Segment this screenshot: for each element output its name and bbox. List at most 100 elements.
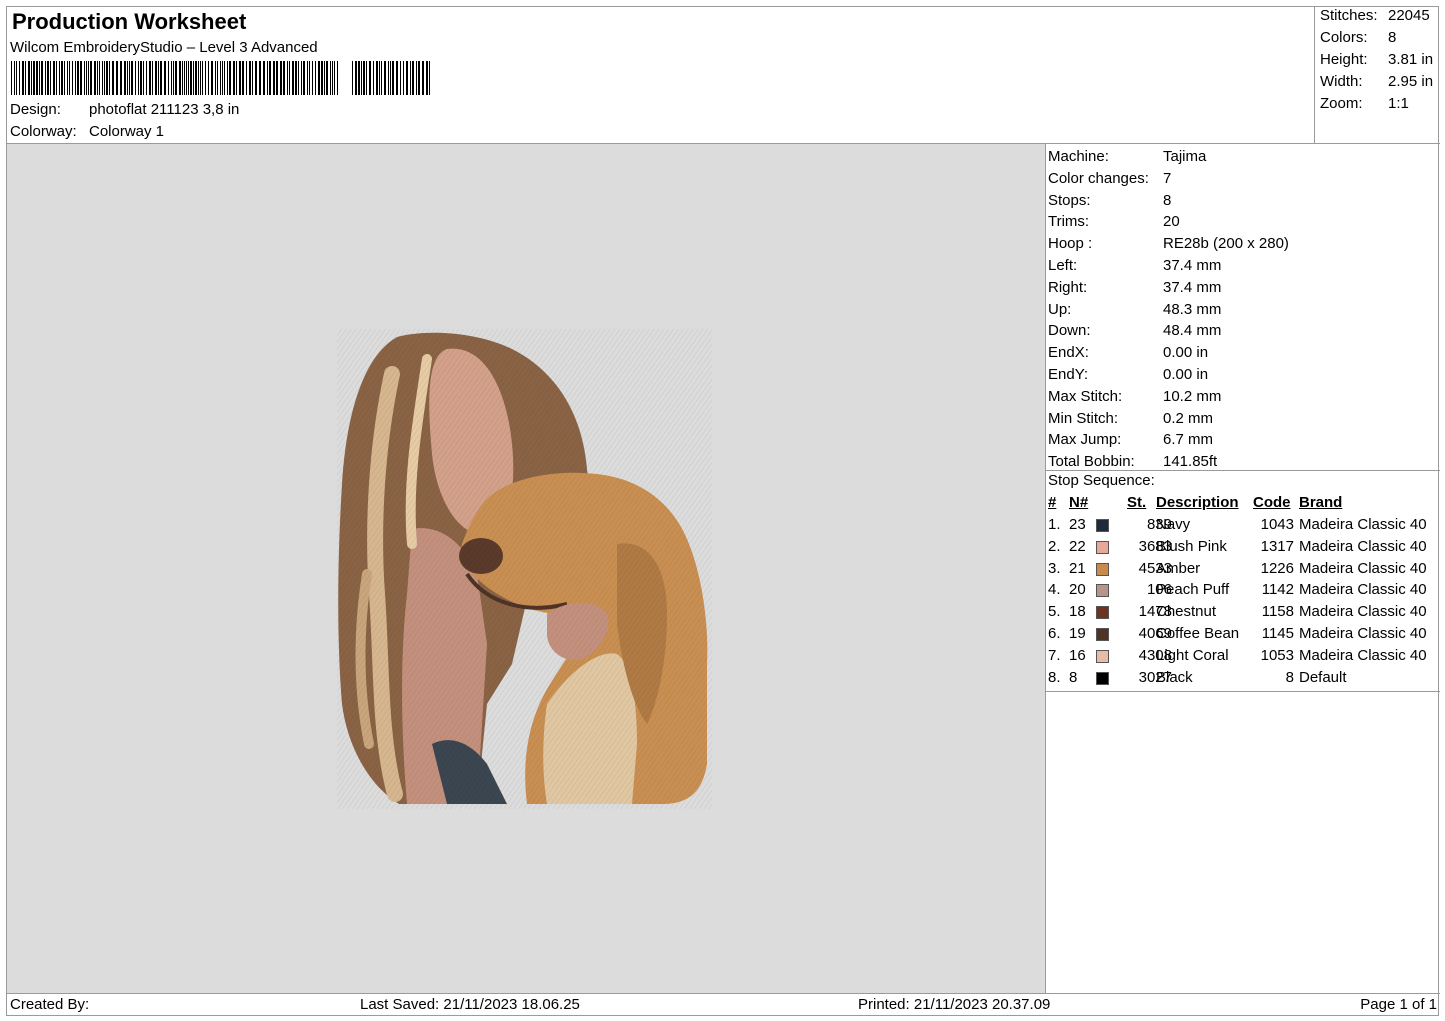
barcode-bar	[373, 61, 374, 95]
seq-brand: Madeira Classic 40	[1299, 559, 1427, 577]
color-swatch	[1096, 649, 1109, 663]
machine-info-label: Left:	[1048, 257, 1078, 274]
barcode-bar	[120, 61, 122, 95]
barcode-bar	[332, 61, 333, 95]
barcode-bar	[59, 61, 60, 95]
table-row: 1. 23 839 Navy 1043 Madeira Classic 40	[1046, 516, 1440, 538]
barcode-bar	[309, 61, 310, 95]
barcode-bar	[273, 61, 275, 95]
barcode-bar	[193, 61, 194, 95]
seq-brand: Madeira Classic 40	[1299, 537, 1427, 555]
barcode-bar	[358, 61, 360, 95]
seq-brand: Madeira Classic 40	[1299, 625, 1427, 642]
stat-stitches: Stitches: 22045	[1320, 7, 1430, 24]
barcode-bar	[361, 61, 362, 95]
barcode-bar	[307, 61, 308, 95]
barcode-bar	[318, 61, 320, 95]
barcode-bar	[77, 61, 79, 95]
machine-info-label: Machine:	[1048, 148, 1109, 165]
barcode-bar	[102, 61, 103, 95]
machine-info-value: Tajima	[1163, 148, 1207, 165]
barcode-bar	[104, 61, 105, 95]
barcode-bar	[186, 61, 187, 95]
barcode-bar	[289, 61, 290, 95]
barcode-bar	[315, 61, 316, 95]
color-swatch	[1096, 562, 1109, 576]
seq-index: 8.	[1048, 668, 1061, 686]
barcode-bar	[295, 61, 297, 95]
barcode-bar	[155, 61, 157, 95]
seq-code: 1053	[1260, 646, 1294, 664]
barcode-bar	[149, 61, 151, 95]
worksheet-footer: Created By: Last Saved: 21/11/2023 18.06…	[7, 994, 1440, 1016]
color-swatch	[1096, 540, 1109, 554]
barcode-bar	[14, 61, 15, 95]
barcode-bar	[69, 61, 70, 95]
barcode-bar	[45, 61, 46, 95]
barcode-bar	[426, 61, 428, 95]
barcode-bar	[160, 61, 162, 95]
barcode-bar	[252, 61, 253, 95]
stop-sequence-header: # N# St. Description Code Brand	[1046, 494, 1440, 514]
barcode-bar	[190, 61, 192, 95]
machine-info-value: 10.2 mm	[1163, 387, 1222, 405]
barcode-bar	[355, 61, 357, 95]
machine-info-value: 6.7 mm	[1163, 431, 1214, 449]
barcode-bar	[224, 61, 225, 95]
barcode-bar	[168, 61, 169, 95]
table-row: 5. 18 1478 Chestnut 1158 Madeira Classic 40	[1046, 603, 1440, 625]
last-saved: Last Saved: 21/11/2023 18.06.25	[360, 996, 580, 1013]
seq-code: 1317	[1260, 537, 1294, 555]
barcode-bar	[376, 61, 378, 95]
seq-code: 1145	[1261, 625, 1294, 642]
barcode-bar	[381, 61, 382, 95]
machine-info-row: Min Stitch: 0.2 mm	[1048, 410, 1213, 427]
barcode-bar	[379, 61, 380, 95]
seq-description: Coffee Bean	[1156, 625, 1240, 642]
machine-info-value: 8	[1163, 191, 1172, 209]
page-number: Page 1 of 1	[1360, 996, 1437, 1013]
barcode-bar	[392, 61, 394, 95]
barcode-bar	[16, 61, 17, 95]
machine-info-value: 141.85ft	[1163, 453, 1218, 471]
barcode-bar	[366, 61, 367, 95]
machine-info-value: RE28b (200 x 280)	[1163, 235, 1289, 253]
seq-description: Peach Puff	[1156, 581, 1230, 599]
colorway-row: Colorway: Colorway 1	[10, 123, 164, 140]
barcode-bar	[127, 61, 128, 95]
barcode-bar	[255, 61, 257, 95]
machine-info-label: Right:	[1048, 278, 1088, 296]
barcode-bar	[86, 61, 87, 95]
barcode-bar	[112, 61, 114, 95]
barcode-bar	[195, 61, 197, 95]
stat-zoom: Zoom: 1:1	[1320, 95, 1409, 112]
color-swatch	[1096, 671, 1109, 685]
machine-info-label: Max Stitch:	[1048, 387, 1123, 405]
seq-needle: 18	[1069, 603, 1086, 621]
seq-needle: 23	[1069, 516, 1086, 533]
barcode-bar	[11, 61, 12, 95]
barcode-bar	[403, 61, 404, 95]
barcode-bar	[184, 61, 185, 95]
barcode-bar	[429, 61, 430, 95]
seq-description: Light Coral	[1156, 646, 1229, 664]
barcode-bar	[410, 61, 411, 95]
barcode-bar	[124, 61, 126, 95]
barcode-bar	[50, 61, 51, 95]
barcode-bar	[175, 61, 177, 95]
barcode-bar	[67, 61, 68, 95]
barcode-bar	[182, 61, 183, 95]
table-row: 2. 22 3683 Blush Pink 1317 Madeira Classic 40	[1046, 538, 1440, 560]
stat-width: Width: 2.95 in	[1320, 73, 1434, 90]
seq-code: 1142	[1261, 581, 1294, 599]
machine-info-value: 7	[1163, 169, 1172, 187]
machine-info-row: EndX: 0.00 in	[1048, 344, 1208, 361]
barcode-bar	[242, 61, 244, 95]
barcode-bar	[227, 61, 228, 95]
barcode-bar	[90, 61, 92, 95]
seq-needle: 21	[1069, 559, 1086, 577]
barcode-bar	[211, 61, 213, 95]
col-brand: Brand	[1299, 494, 1343, 511]
barcode-bar	[283, 61, 285, 95]
design-row: Design: photoflat 211123 3,8 in	[10, 101, 239, 118]
